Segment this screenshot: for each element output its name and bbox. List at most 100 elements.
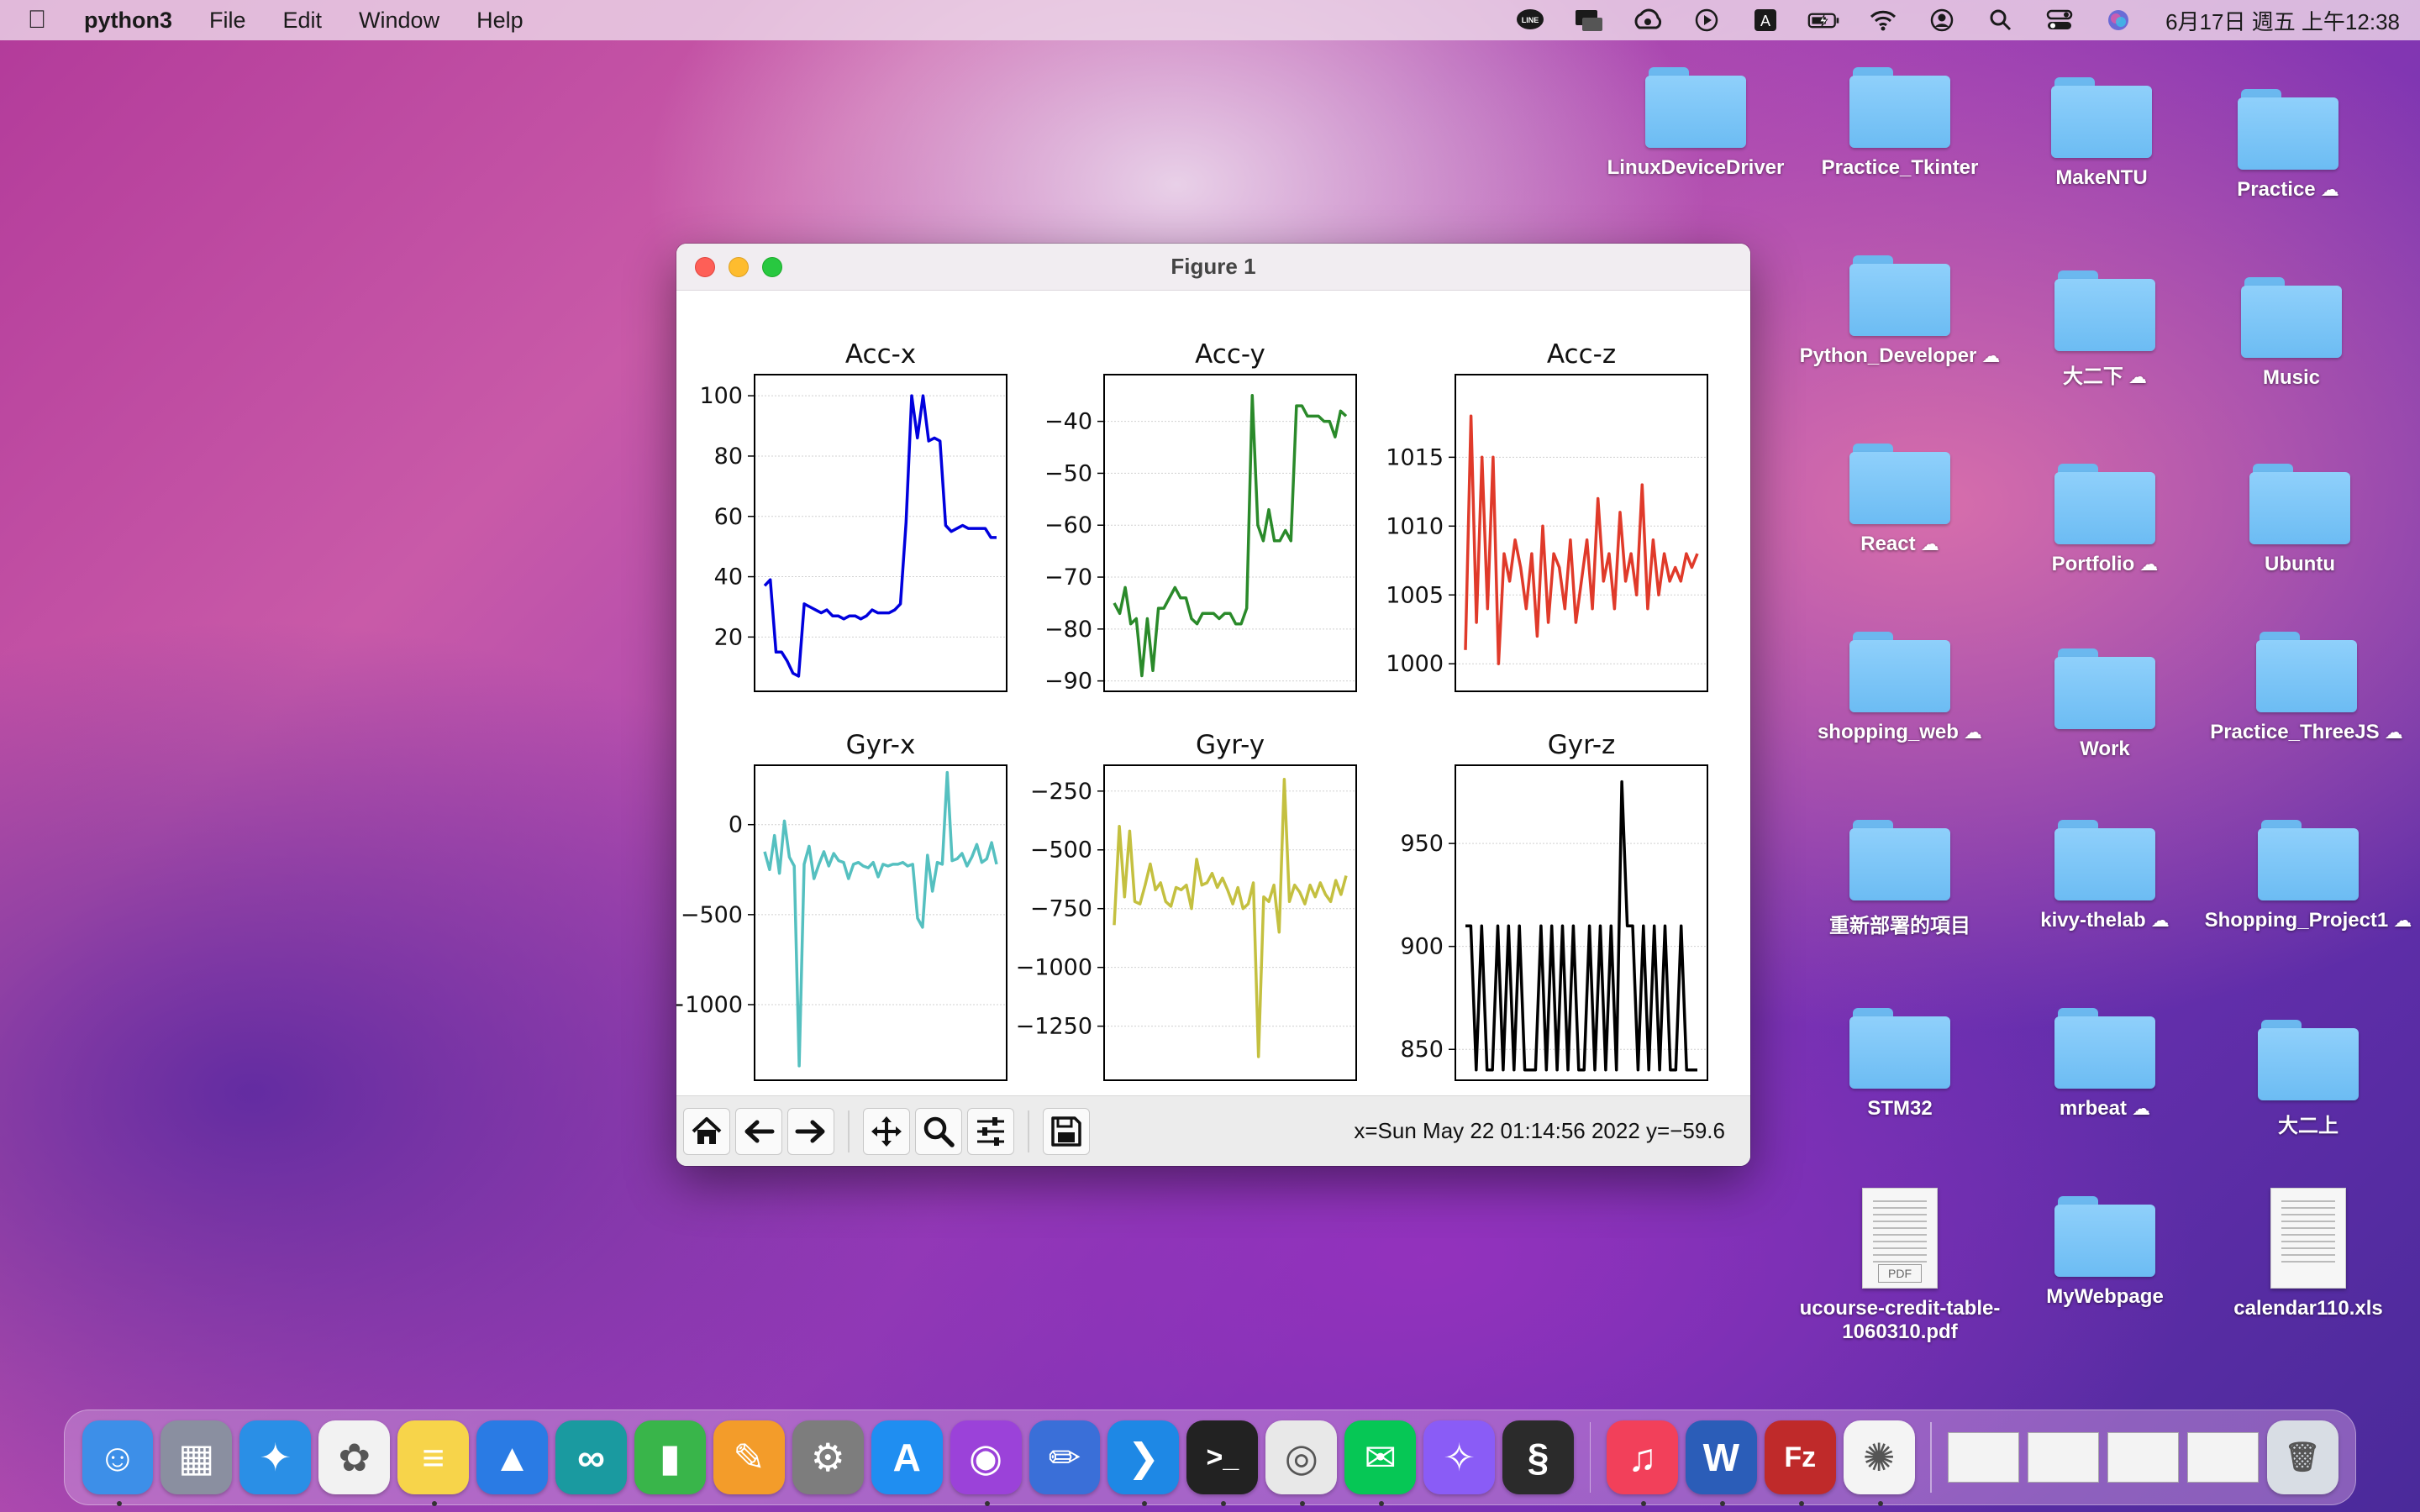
- word-icon[interactable]: W: [1685, 1420, 1757, 1506]
- y-tick-label: 1000: [1386, 651, 1444, 677]
- trash-icon[interactable]: 🗑: [2266, 1420, 2338, 1494]
- status-area: LINE A 6月17日 週五 上午12:38: [1513, 5, 2400, 36]
- creative-cloud-icon[interactable]: [1631, 7, 1665, 34]
- desktop-item[interactable]: 重新部署的項目: [1795, 820, 2005, 938]
- desktop-item[interactable]: 大二下 ☁: [2000, 270, 2210, 389]
- python-rocket-icon[interactable]: ✺: [1843, 1420, 1915, 1506]
- desktop-item[interactable]: kivy-thelab ☁: [2000, 820, 2210, 932]
- chart-title: Gyr-y: [1196, 730, 1265, 760]
- desktop-item[interactable]: Ubuntu: [2195, 464, 2405, 576]
- running-indicator: [1719, 1501, 1725, 1506]
- messenger-icon[interactable]: ✧: [1423, 1420, 1496, 1494]
- menu-clock[interactable]: 6月17日 週五 上午12:38: [2165, 5, 2400, 36]
- pan-icon[interactable]: [863, 1107, 910, 1155]
- forward-icon[interactable]: [787, 1107, 834, 1155]
- desktop-item-label: 重新部署的項目: [1829, 915, 1970, 937]
- running-indicator: [1877, 1501, 1883, 1506]
- minimized-window-thumbnail[interactable]: [2028, 1432, 2100, 1483]
- notes-icon[interactable]: ≡: [397, 1420, 470, 1506]
- arduino-icon[interactable]: ∞: [555, 1420, 627, 1494]
- back-icon[interactable]: [735, 1107, 782, 1155]
- home-icon[interactable]: [683, 1107, 730, 1155]
- running-indicator: [1221, 1501, 1227, 1506]
- folder-icon: [2258, 820, 2359, 900]
- desktop-item[interactable]: MakeNTU: [1996, 77, 2207, 190]
- series-line: [763, 770, 998, 1068]
- save-icon[interactable]: [1043, 1107, 1090, 1155]
- configure-subplots-icon[interactable]: [967, 1107, 1014, 1155]
- figure-canvas[interactable]: 20 40 60 80 100 Acc-x −40 −50 −60 −70 −80 −90 Acc-y 1…: [676, 291, 1750, 1095]
- music-icon[interactable]: ♫: [1606, 1420, 1678, 1506]
- desktop-item[interactable]: shopping_web ☁: [1795, 632, 2005, 744]
- siri-icon[interactable]: [2102, 7, 2135, 34]
- wifi-icon[interactable]: [1866, 7, 1900, 34]
- zoom-icon[interactable]: [915, 1107, 962, 1155]
- keynote-icon[interactable]: ▲: [476, 1420, 549, 1494]
- desktop-item[interactable]: Python_Developer ☁: [1795, 255, 2005, 368]
- desktop-item[interactable]: MyWebpage: [2000, 1196, 2210, 1309]
- numbers-icon[interactable]: ▮: [634, 1420, 706, 1494]
- input-source-icon[interactable]: A: [1749, 7, 1782, 34]
- chrome-icon[interactable]: ◎: [1265, 1420, 1338, 1506]
- control-center-icon[interactable]: [2043, 7, 2076, 34]
- menu-window[interactable]: Window: [359, 8, 439, 34]
- desktop-item[interactable]: Practice_Tkinter: [1795, 67, 2005, 180]
- desktop-item[interactable]: Shopping_Project1 ☁: [2203, 820, 2413, 932]
- podcasts-icon[interactable]: ◉: [950, 1420, 1022, 1506]
- desktop-item[interactable]: Music: [2186, 277, 2396, 390]
- line-icon[interactable]: LINE: [1513, 7, 1547, 34]
- minimized-window-thumbnail[interactable]: [1948, 1432, 2020, 1483]
- icloud-download-icon: ☁: [1915, 533, 1939, 554]
- desktop-item[interactable]: PDF ucourse-credit-table-1060310.pdf: [1795, 1188, 2005, 1344]
- user-icon[interactable]: [1925, 7, 1959, 34]
- desktop-item[interactable]: LinuxDeviceDriver: [1591, 67, 1801, 180]
- desktop-item[interactable]: React ☁: [1795, 444, 2005, 556]
- search-icon[interactable]: [1984, 7, 2018, 34]
- desktop-item[interactable]: 大二上: [2203, 1020, 2413, 1138]
- photos-icon[interactable]: ✿: [318, 1420, 391, 1494]
- y-tick-label: −80: [1044, 617, 1092, 643]
- finder-icon[interactable]: ☺: [82, 1420, 154, 1506]
- desktop-item-label: mrbeat ☁: [2059, 1097, 2151, 1120]
- launchpad-icon[interactable]: ▦: [160, 1420, 233, 1494]
- desktop-item[interactable]: Portfolio ☁: [2000, 464, 2210, 576]
- window-titlebar[interactable]: Figure 1: [676, 244, 1750, 291]
- line-icon[interactable]: ✉: [1344, 1420, 1417, 1506]
- y-tick-label: 900: [1400, 934, 1444, 960]
- desktop-item[interactable]: mrbeat ☁: [2000, 1008, 2210, 1121]
- sketchbook-icon[interactable]: ✏: [1028, 1420, 1101, 1494]
- menu-app-name[interactable]: python3: [84, 8, 172, 34]
- desktop-item[interactable]: Practice_ThreeJS ☁: [2202, 632, 2412, 744]
- app-store-icon[interactable]: A: [871, 1420, 943, 1494]
- vscode-icon[interactable]: ❯: [1107, 1420, 1180, 1506]
- system-preferences-icon[interactable]: ⚙: [792, 1420, 864, 1494]
- desktop-item[interactable]: STM32: [1795, 1008, 2005, 1121]
- desktop-item[interactable]: Practice ☁: [2183, 89, 2393, 202]
- desktop-item[interactable]: Work: [2000, 648, 2210, 761]
- pages-icon[interactable]: ✎: [713, 1420, 785, 1494]
- menu-help[interactable]: Help: [476, 8, 523, 34]
- folder-icon: [2054, 820, 2155, 900]
- desktop-item-label: Python_Developer ☁: [1799, 344, 2001, 367]
- desktop-item[interactable]: calendar110.xls: [2203, 1188, 2413, 1320]
- minimized-window-thumbnail[interactable]: [2107, 1432, 2180, 1483]
- minimized-window-thumbnail[interactable]: [2187, 1432, 2260, 1483]
- display-icon[interactable]: [1572, 7, 1606, 34]
- filezilla-icon[interactable]: Fz: [1764, 1420, 1836, 1506]
- menu-file[interactable]: File: [209, 8, 246, 34]
- y-tick-label: −500: [1030, 837, 1092, 864]
- folder-icon: [2054, 648, 2155, 729]
- terminal-icon[interactable]: >_: [1186, 1420, 1259, 1506]
- icloud-download-icon: ☁: [2126, 1098, 2151, 1119]
- spreadsheet-file-icon: [2270, 1188, 2346, 1289]
- battery-icon[interactable]: [1807, 7, 1841, 34]
- play-icon[interactable]: [1690, 7, 1723, 34]
- safari-icon[interactable]: ✦: [239, 1420, 312, 1494]
- menu-edit[interactable]: Edit: [283, 8, 323, 34]
- folder-icon: [2054, 1008, 2155, 1089]
- running-indicator: [1798, 1501, 1804, 1506]
- apple-menu-icon[interactable]: : [20, 6, 54, 34]
- desktop-item-label: MyWebpage: [2046, 1285, 2164, 1308]
- running-indicator: [432, 1501, 438, 1506]
- scrivener-icon[interactable]: §: [1502, 1420, 1575, 1494]
